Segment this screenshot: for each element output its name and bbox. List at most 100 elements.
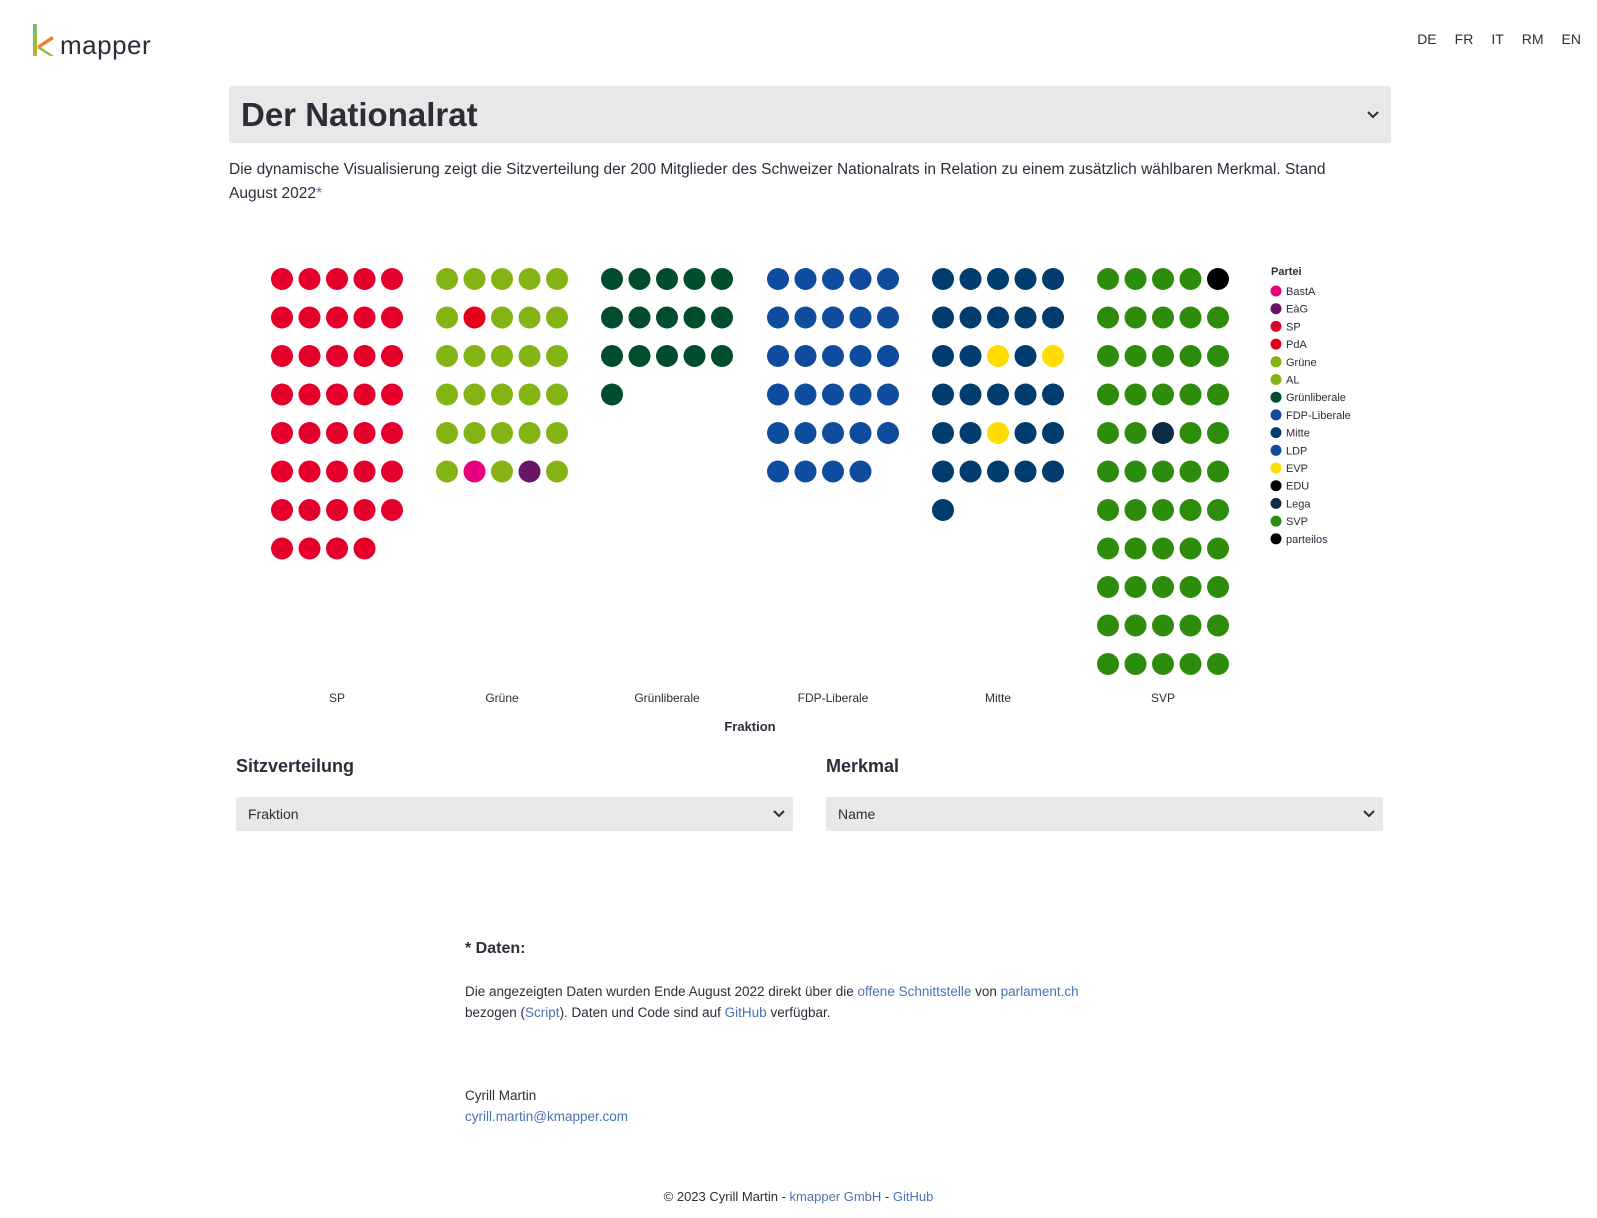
seat-dot[interactable] — [1124, 614, 1147, 637]
seat-dot[interactable] — [711, 306, 733, 329]
seat-dot[interactable] — [353, 383, 376, 406]
seat-dot[interactable] — [436, 422, 458, 444]
seat-dot[interactable] — [849, 306, 872, 329]
seat-dot[interactable] — [381, 383, 403, 406]
seat-dot[interactable] — [518, 306, 541, 329]
seat-dot[interactable] — [436, 383, 458, 406]
seat-dot[interactable] — [271, 383, 293, 406]
seat-dot[interactable] — [463, 306, 486, 329]
seat-dot[interactable] — [959, 460, 982, 483]
seat-dot[interactable] — [794, 460, 817, 483]
seat-dot[interactable] — [463, 460, 486, 483]
seat-dot[interactable] — [1179, 383, 1202, 406]
seat-dot[interactable] — [298, 345, 321, 367]
seat-dot[interactable] — [1179, 653, 1202, 675]
seat-dot[interactable] — [1097, 653, 1119, 675]
seat-dot[interactable] — [353, 422, 376, 444]
seat-dot[interactable] — [271, 499, 293, 521]
seat-dot[interactable] — [271, 345, 293, 367]
seat-dot[interactable] — [683, 268, 706, 290]
seat-dot[interactable] — [353, 460, 376, 483]
intro-asterisk-link[interactable]: * — [316, 185, 322, 202]
seat-dot[interactable] — [711, 345, 733, 367]
seat-dot[interactable] — [381, 268, 403, 290]
seat-dot[interactable] — [849, 383, 872, 406]
seat-dot[interactable] — [1014, 306, 1037, 329]
seat-dot[interactable] — [326, 345, 348, 367]
seat-dot[interactable] — [877, 345, 899, 367]
seat-dot[interactable] — [326, 422, 348, 444]
seat-dot[interactable] — [1207, 422, 1229, 444]
seat-dot[interactable] — [298, 383, 321, 406]
seat-dot[interactable] — [1152, 306, 1174, 329]
seat-dot[interactable] — [436, 345, 458, 367]
seat-dot[interactable] — [1207, 460, 1229, 483]
seat-dot[interactable] — [1179, 460, 1202, 483]
seat-dot[interactable] — [353, 345, 376, 367]
lang-fr[interactable]: FR — [1455, 31, 1474, 47]
seat-dot[interactable] — [436, 306, 458, 329]
seat-dot[interactable] — [1014, 383, 1037, 406]
seat-dot[interactable] — [767, 306, 789, 329]
seat-dot[interactable] — [1042, 306, 1064, 329]
seat-dot[interactable] — [849, 345, 872, 367]
seat-dot[interactable] — [656, 345, 678, 367]
seat-dot[interactable] — [877, 268, 899, 290]
seat-dot[interactable] — [849, 268, 872, 290]
seat-dot[interactable] — [1097, 306, 1119, 329]
seat-dot[interactable] — [959, 306, 982, 329]
seat-dot[interactable] — [1097, 460, 1119, 483]
seat-dot[interactable] — [1207, 576, 1229, 598]
seat-dot[interactable] — [1124, 422, 1147, 444]
seat-dot[interactable] — [1042, 422, 1064, 444]
seat-dot[interactable] — [1152, 576, 1174, 598]
seat-dot[interactable] — [601, 383, 623, 406]
seat-dot[interactable] — [959, 383, 982, 406]
seat-dot[interactable] — [849, 460, 872, 483]
seat-dot[interactable] — [491, 306, 513, 329]
seat-dot[interactable] — [1152, 268, 1174, 290]
seat-dot[interactable] — [1042, 460, 1064, 483]
seat-dot[interactable] — [794, 345, 817, 367]
seat-dot[interactable] — [628, 345, 651, 367]
footer-github-link[interactable]: GitHub — [893, 1189, 933, 1204]
seat-dot[interactable] — [932, 460, 954, 483]
seat-dot[interactable] — [1207, 653, 1229, 675]
seat-dot[interactable] — [1097, 537, 1119, 560]
seat-dot[interactable] — [601, 268, 623, 290]
seat-dot[interactable] — [353, 306, 376, 329]
seat-dot[interactable] — [1179, 576, 1202, 598]
lang-en[interactable]: EN — [1562, 31, 1581, 47]
lang-it[interactable]: IT — [1491, 31, 1503, 47]
seat-dot[interactable] — [1179, 306, 1202, 329]
seat-dot[interactable] — [683, 306, 706, 329]
seat-dot[interactable] — [822, 268, 844, 290]
footer-company-link[interactable]: kmapper GmbH — [790, 1189, 882, 1204]
seat-dot[interactable] — [1014, 422, 1037, 444]
seat-dot[interactable] — [436, 268, 458, 290]
seat-dot[interactable] — [463, 345, 486, 367]
seat-dot[interactable] — [1097, 345, 1119, 367]
seat-dot[interactable] — [271, 422, 293, 444]
seat-dot[interactable] — [298, 422, 321, 444]
seat-dot[interactable] — [326, 460, 348, 483]
seat-dot[interactable] — [298, 460, 321, 483]
seat-dot[interactable] — [1124, 653, 1147, 675]
seat-dot[interactable] — [1207, 537, 1229, 560]
seat-dot[interactable] — [601, 306, 623, 329]
seat-dot[interactable] — [518, 268, 541, 290]
seat-dot[interactable] — [463, 383, 486, 406]
seat-dot[interactable] — [877, 383, 899, 406]
lang-de[interactable]: DE — [1417, 31, 1436, 47]
seat-dot[interactable] — [1152, 460, 1174, 483]
logo[interactable]: mapper — [30, 22, 151, 58]
seat-dot[interactable] — [1097, 614, 1119, 637]
seat-dot[interactable] — [1179, 268, 1202, 290]
seat-dot[interactable] — [767, 345, 789, 367]
seat-dot[interactable] — [1124, 306, 1147, 329]
seat-dot[interactable] — [463, 268, 486, 290]
parlament-link[interactable]: parlament.ch — [1001, 984, 1079, 999]
seat-dot[interactable] — [794, 306, 817, 329]
council-select[interactable]: Der Nationalrat — [229, 86, 1391, 143]
seat-dot[interactable] — [794, 268, 817, 290]
